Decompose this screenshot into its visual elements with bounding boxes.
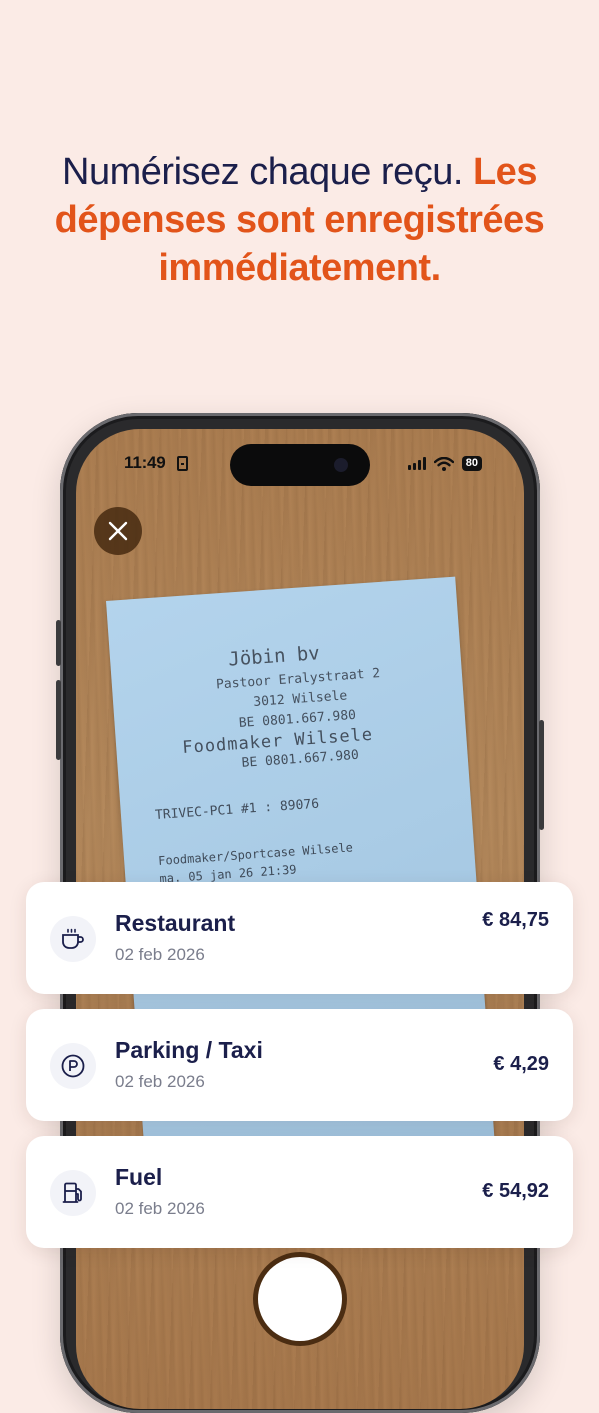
expense-card-fuel[interactable]: Fuel 02 feb 2026 € 54,92 — [26, 1136, 573, 1248]
headline-primary: Numérisez chaque reçu. — [62, 151, 473, 193]
receipt-line: BE 0801.667.980 — [241, 747, 360, 771]
status-time: 11:49 — [124, 453, 166, 472]
receipt-line: Jöbin bv — [227, 642, 321, 671]
expense-card-restaurant[interactable]: Restaurant 02 feb 2026 € 84,75 — [26, 882, 573, 994]
capture-button[interactable] — [258, 1257, 342, 1341]
status-icons: 80 — [407, 456, 482, 471]
expense-amount: € 84,75 — [482, 909, 549, 931]
expense-amount: € 54,92 — [482, 1180, 549, 1202]
expense-category: Fuel — [115, 1164, 163, 1190]
receipt-line: Pastoor Eralystraat 2 — [215, 666, 381, 693]
expense-date: 02 feb 2026 — [115, 1199, 205, 1218]
fuel-pump-icon — [50, 1170, 96, 1216]
parking-icon — [50, 1043, 96, 1089]
id-card-icon — [177, 456, 188, 471]
expense-date: 02 feb 2026 — [115, 945, 205, 964]
expense-date: 02 feb 2026 — [115, 1072, 205, 1091]
coffee-cup-icon — [50, 916, 96, 962]
battery-icon: 80 — [461, 456, 482, 471]
receipt-line: 3012 Wilsele — [252, 688, 348, 710]
wifi-icon — [433, 456, 454, 471]
phone-side-button — [56, 680, 61, 760]
receipt-line: Foodmaker Wilsele — [181, 724, 374, 759]
close-button[interactable] — [94, 507, 142, 555]
receipt-line: TRIVEC-PC1 #1 : 89076 — [154, 796, 320, 824]
receipt-line: BE 0801.667.980 — [238, 707, 357, 732]
dynamic-island — [230, 444, 370, 486]
expense-amount: € 4,29 — [493, 1053, 549, 1075]
expense-card-parking-taxi[interactable]: Parking / Taxi 02 feb 2026 € 4,29 — [26, 1009, 573, 1121]
signal-icon — [407, 457, 426, 470]
phone-side-button — [56, 620, 61, 666]
expense-category: Parking / Taxi — [115, 1037, 263, 1063]
receipt-line: Foodmaker/Sportcase Wilsele — [157, 840, 354, 868]
phone-side-button — [539, 720, 544, 830]
expense-category: Restaurant — [115, 910, 236, 936]
close-icon — [108, 521, 128, 541]
page-headline: Numérisez chaque reçu. Les dépenses sont… — [0, 148, 599, 292]
